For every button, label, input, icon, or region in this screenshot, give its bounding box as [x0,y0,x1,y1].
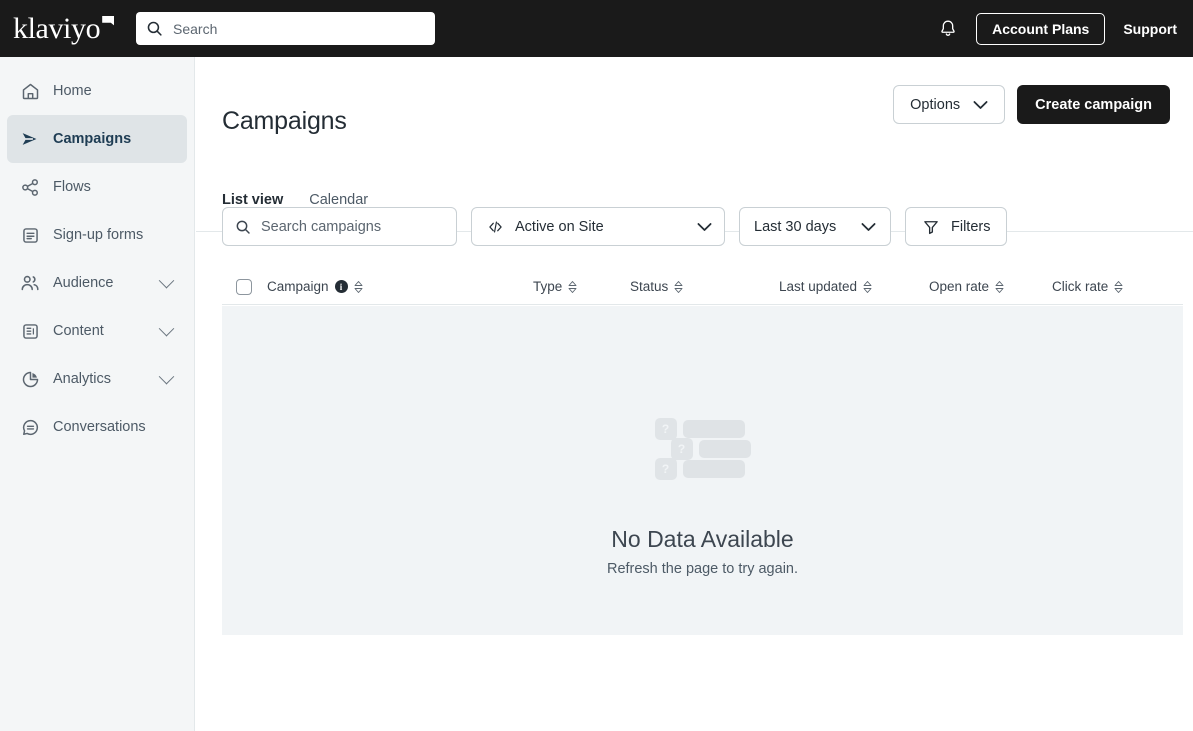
chevron-down-icon[interactable] [158,368,175,384]
empty-state-title: No Data Available [611,526,794,552]
placeholder-glyph: ? [670,438,693,460]
global-search-placeholder: Search [173,20,218,37]
global-search-input[interactable]: Search [136,12,435,45]
code-brackets-icon [489,220,502,233]
people-icon [17,272,43,294]
paper-plane-icon [17,128,43,150]
content-icon [17,321,43,342]
chevron-down-icon[interactable] [158,272,175,288]
search-campaigns-input[interactable]: Search campaigns [222,207,457,246]
site-select-value: Active on Site [515,218,604,235]
sidebar-item-label: Home [53,83,92,99]
date-range-value: Last 30 days [754,218,837,235]
campaigns-table-header: Campaign i Type Status Last updated Open… [222,269,1183,305]
placeholder-bar [698,440,751,458]
account-plans-button[interactable]: Account Plans [976,12,1106,45]
column-header-type[interactable]: Type [533,279,577,294]
sort-toggle-open-rate[interactable] [995,280,1004,293]
options-button-label: Options [910,96,961,113]
home-icon [17,81,43,102]
sidebar-item-content[interactable]: Content [7,307,187,355]
filters-button-label: Filters [951,218,991,235]
placeholder-glyph: ? [654,418,677,440]
sidebar-item-label: Analytics [53,371,112,387]
filter-toolbar: Search campaigns Active on Site Last 30 … [222,207,1008,246]
klaviyo-logo[interactable]: klaviyo [13,11,115,45]
column-header-label: Click rate [1052,279,1109,294]
sort-toggle-campaign[interactable] [354,280,363,293]
sort-toggle-last-updated[interactable] [863,280,872,293]
column-header-label: Type [533,279,563,294]
search-icon [236,220,250,234]
page-header-actions: Options Create campaign [893,85,1170,124]
column-header-campaign[interactable]: Campaign i [267,279,363,294]
placeholder-glyph: ? [654,458,677,480]
page-title: Campaigns [222,106,347,135]
support-link[interactable]: Support [1123,21,1177,37]
flows-share-icon [17,177,43,198]
sidebar-item-audience[interactable]: Audience [7,259,187,307]
chevron-down-icon [973,100,988,109]
column-header-status[interactable]: Status [630,279,683,294]
sidebar-item-campaigns[interactable]: Campaigns [7,115,187,163]
info-icon[interactable]: i [334,280,348,293]
column-header-label: Status [630,279,669,294]
sidebar-item-label: Sign-up forms [53,227,144,243]
column-header-label: Campaign [267,279,329,294]
sidebar-item-label: Audience [53,275,114,291]
filters-button[interactable]: Filters [905,207,1008,246]
select-all-checkbox[interactable] [236,278,252,295]
form-icon [17,225,43,246]
sidebar-item-label: Content [53,323,104,339]
sort-toggle-type[interactable] [568,280,577,293]
placeholder-bar [682,420,745,438]
chevron-down-icon [697,222,712,231]
notifications-bell-button[interactable] [938,18,958,39]
column-header-label: Last updated [779,279,858,294]
sidebar-item-label: Flows [53,179,91,195]
no-data-illustration: ? ? ? [654,418,751,480]
placeholder-bar [682,460,745,478]
topbar-right-actions: Account Plans Support [938,0,1177,57]
top-navigation-bar: klaviyo Search Account Plans Support [0,0,1193,57]
chat-icon [17,417,43,438]
empty-state-subtitle: Refresh the page to try again. [606,561,799,577]
sort-toggle-status[interactable] [674,280,683,293]
search-icon [147,21,162,36]
chevron-down-icon[interactable] [158,320,175,336]
funnel-icon [924,220,938,234]
create-campaign-button[interactable]: Create campaign [1017,85,1170,124]
sidebar-item-conversations[interactable]: Conversations [7,403,187,451]
column-header-open-rate[interactable]: Open rate [929,279,1004,294]
sidebar-item-sign-up-forms[interactable]: Sign-up forms [7,211,187,259]
column-header-click-rate[interactable]: Click rate [1052,279,1123,294]
klaviyo-flag-mark-icon [102,15,115,26]
pie-chart-icon [17,369,43,390]
logo-wordmark: klaviyo [13,11,101,45]
sidebar-item-analytics[interactable]: Analytics [7,355,187,403]
bell-icon [941,20,955,36]
date-range-dropdown[interactable]: Last 30 days [739,207,891,246]
sort-toggle-click-rate[interactable] [1114,280,1123,293]
campaigns-table-body: ? ? ? No Data Available Refresh the page… [222,306,1183,635]
column-header-label: Open rate [929,279,990,294]
site-select-dropdown[interactable]: Active on Site [471,207,725,246]
main-content-area: Campaigns Options Create campaign List v… [196,57,1193,731]
sidebar-item-label: Campaigns [53,131,132,147]
sidebar-item-label: Conversations [53,419,146,435]
chevron-down-icon [861,222,876,231]
sidebar-item-flows[interactable]: Flows [7,163,187,211]
search-campaigns-placeholder: Search campaigns [261,218,382,235]
column-header-last-updated[interactable]: Last updated [779,279,872,294]
options-button[interactable]: Options [893,85,1006,124]
sidebar-navigation: Home Campaigns Flows Sign-up forms Audie… [0,57,195,731]
sidebar-item-home[interactable]: Home [7,67,187,115]
